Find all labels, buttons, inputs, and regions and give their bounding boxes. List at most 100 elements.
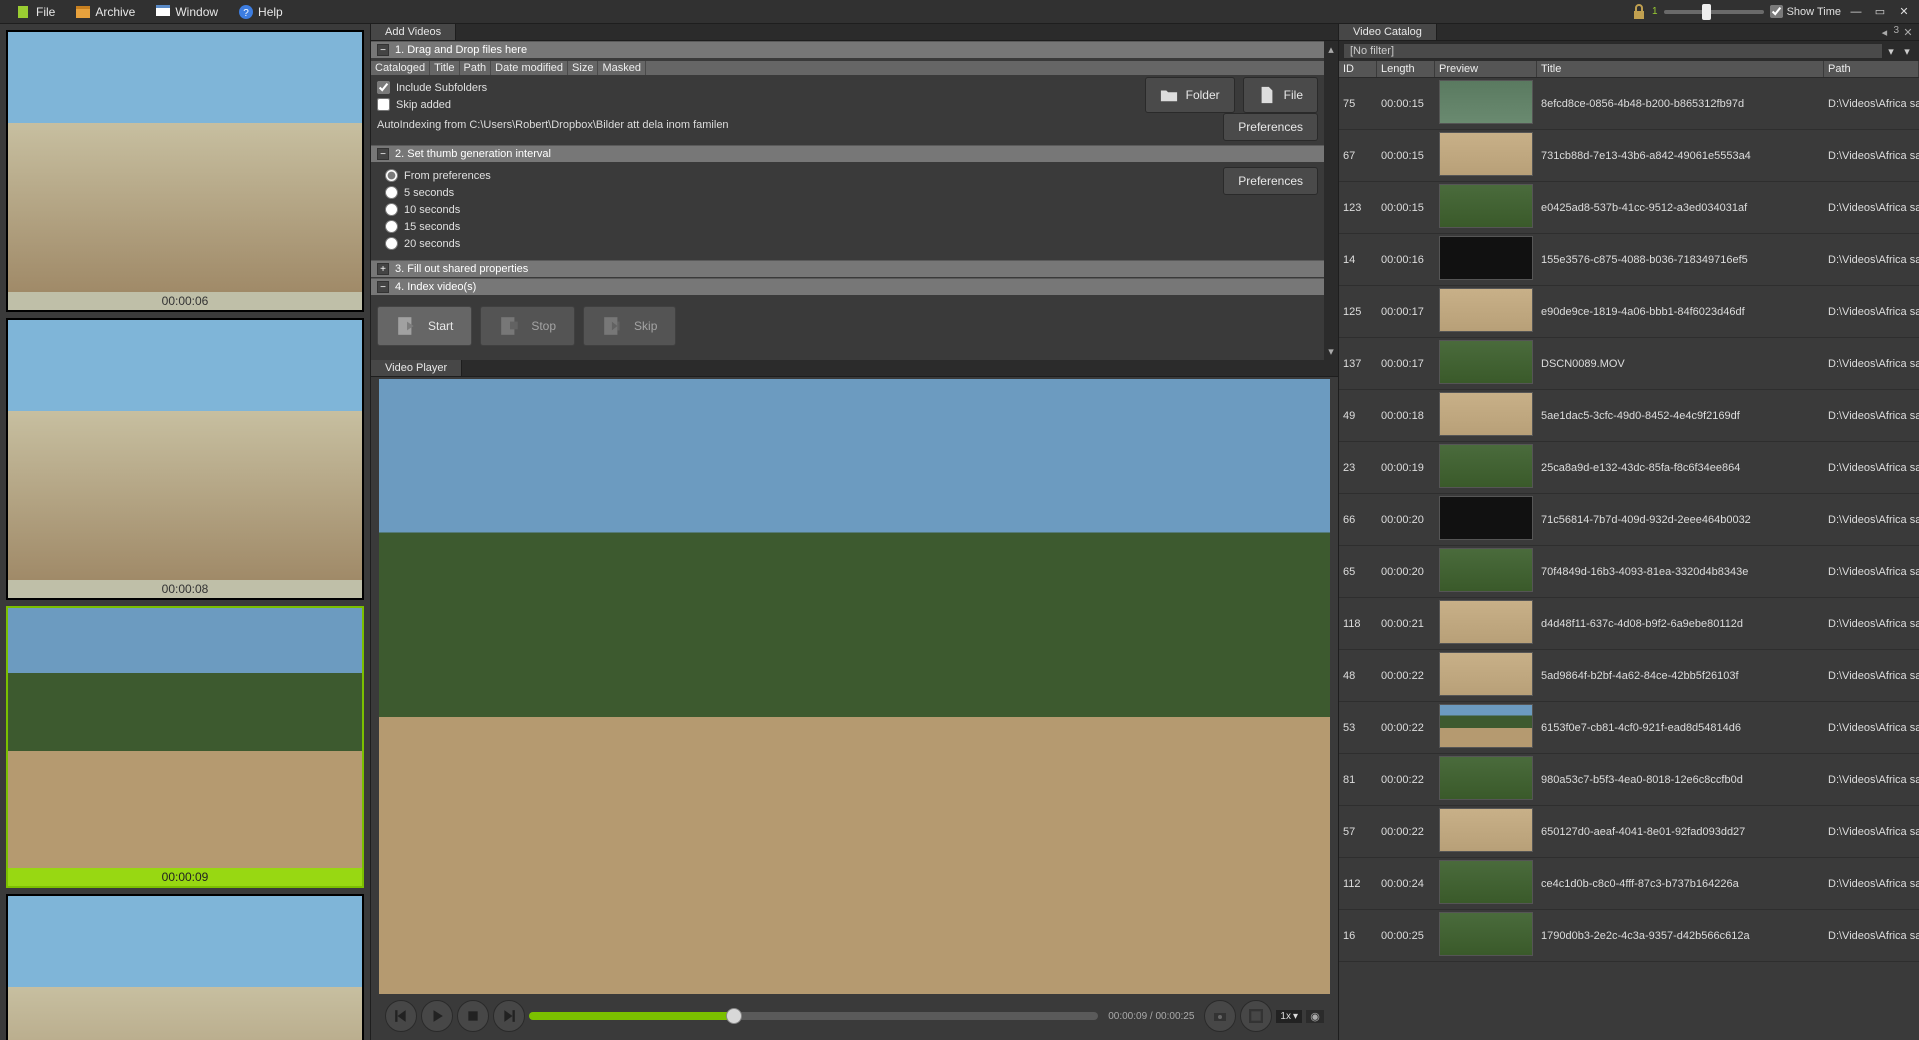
fullscreen-button[interactable] [1240,1000,1272,1032]
progress-bar[interactable] [529,1012,1098,1020]
row-preview [1439,392,1533,436]
drop-col[interactable]: Date modified [491,61,568,75]
section-1-header[interactable]: −1. Drag and Drop files here [371,41,1324,59]
thumbnail-card[interactable]: 00:00:09 [6,606,364,888]
next-button[interactable] [493,1000,525,1032]
row-length: 00:00:24 [1377,878,1435,890]
menu-help[interactable]: ? Help [228,2,293,22]
help-icon: ? [238,4,254,20]
catalog-row[interactable]: 65 00:00:20 70f4849d-16b3-4093-81ea-3320… [1339,546,1919,598]
panel-scroll[interactable]: ▴▾ [1324,41,1338,360]
thumbnail-image [8,32,362,292]
start-button[interactable]: Start [377,306,472,346]
catalog-body[interactable]: 75 00:00:15 8efcd8ce-0856-4b48-b200-b865… [1339,78,1919,1040]
drop-col[interactable]: Title [430,61,459,75]
menu-window[interactable]: Window [145,2,228,22]
show-time-toggle[interactable]: Show Time [1770,3,1841,20]
section-2-header[interactable]: −2. Set thumb generation interval [371,145,1324,163]
row-path: D:\Videos\Africa sa [1824,878,1919,890]
interval-10s[interactable]: 10 seconds [377,201,1318,218]
interval-15s[interactable]: 15 seconds [377,218,1318,235]
tab-video-player[interactable]: Video Player [371,360,462,376]
catalog-row[interactable]: 118 00:00:21 d4d48f11-637c-4d08-b9f2-6a9… [1339,598,1919,650]
tab-video-catalog[interactable]: Video Catalog [1339,24,1437,40]
catalog-row[interactable]: 75 00:00:15 8efcd8ce-0856-4b48-b200-b865… [1339,78,1919,130]
drop-col[interactable]: Masked [598,61,646,75]
panel-left[interactable]: ◂ [1877,25,1891,39]
interval-from-prefs[interactable]: From preferences [377,167,1318,184]
thumbnail-strip[interactable]: 00:00:0600:00:0800:00:0900:00:10 [0,24,370,1040]
catalog-row[interactable]: 23 00:00:19 25ca8a9d-e132-43dc-85fa-f8c6… [1339,442,1919,494]
speed-selector[interactable]: 1x▾ [1276,1010,1302,1023]
menu-file[interactable]: File [6,2,65,22]
drop-col[interactable]: Size [568,61,598,75]
col-id[interactable]: ID [1339,61,1377,77]
volume-button[interactable]: ◉ [1306,1010,1324,1023]
stop-button[interactable]: Stop [480,306,575,346]
catalog-row[interactable]: 81 00:00:22 980a53c7-b5f3-4ea0-8018-12e6… [1339,754,1919,806]
row-id: 75 [1339,98,1377,110]
menu-archive[interactable]: Archive [65,2,145,22]
row-preview [1439,288,1533,332]
catalog-row[interactable]: 66 00:00:20 71c56814-7b7d-409d-932d-2eee… [1339,494,1919,546]
snapshot-button[interactable] [1204,1000,1236,1032]
preferences-button-1[interactable]: Preferences [1223,113,1318,141]
col-length[interactable]: Length [1377,61,1435,77]
interval-5s[interactable]: 5 seconds [377,184,1318,201]
archive-icon [75,4,91,20]
row-id: 81 [1339,774,1377,786]
col-title[interactable]: Title [1537,61,1824,77]
catalog-row[interactable]: 48 00:00:22 5ad9864f-b2bf-4a62-84ce-42bb… [1339,650,1919,702]
filter-dropdown[interactable]: ▾ [1883,45,1899,58]
stop-button-player[interactable] [457,1000,489,1032]
catalog-row[interactable]: 16 00:00:25 1790d0b3-2e2c-4c3a-9357-d42b… [1339,910,1919,962]
video-frame[interactable] [379,379,1330,994]
skip-button[interactable]: Skip [583,306,676,346]
col-path[interactable]: Path [1824,61,1919,77]
catalog-row[interactable]: 53 00:00:22 6153f0e7-cb81-4cf0-921f-ead8… [1339,702,1919,754]
catalog-row[interactable]: 57 00:00:22 650127d0-aeaf-4041-8e01-92fa… [1339,806,1919,858]
catalog-row[interactable]: 125 00:00:17 e90de9ce-1819-4a06-bbb1-84f… [1339,286,1919,338]
thumbnail-card[interactable]: 00:00:10 [6,894,364,1040]
minimize-button[interactable]: — [1847,5,1865,19]
menu-file-label: File [36,5,55,19]
catalog-row[interactable]: 14 00:00:16 155e3576-c875-4088-b036-7183… [1339,234,1919,286]
file-button[interactable]: File [1243,77,1318,113]
drop-col[interactable]: Cataloged [371,61,430,75]
row-path: D:\Videos\Africa sa [1824,930,1919,942]
drop-col[interactable]: Path [460,61,492,75]
row-path: D:\Videos\Africa sa [1824,254,1919,266]
filter-menu[interactable]: ▾ [1899,45,1915,58]
row-preview [1439,704,1533,748]
catalog-row[interactable]: 49 00:00:18 5ae1dac5-3cfc-49d0-8452-4e4c… [1339,390,1919,442]
catalog-row[interactable]: 123 00:00:15 e0425ad8-537b-41cc-9512-a3e… [1339,182,1919,234]
zoom-slider[interactable] [1664,10,1764,14]
row-title: ce4c1d0b-c8c0-4fff-87c3-b737b164226a [1537,878,1824,890]
tab-add-videos[interactable]: Add Videos [371,24,456,40]
interval-20s[interactable]: 20 seconds [377,235,1318,252]
row-id: 14 [1339,254,1377,266]
filter-input[interactable] [1343,43,1883,59]
thumbnail-card[interactable]: 00:00:08 [6,318,364,600]
section-4-header[interactable]: −4. Index video(s) [371,278,1324,296]
row-preview [1439,912,1533,956]
catalog-row[interactable]: 112 00:00:24 ce4c1d0b-c8c0-4fff-87c3-b73… [1339,858,1919,910]
play-button[interactable] [421,1000,453,1032]
row-preview [1439,496,1533,540]
row-length: 00:00:17 [1377,306,1435,318]
catalog-row[interactable]: 137 00:00:17 DSCN0089.MOV D:\Videos\Afri… [1339,338,1919,390]
thumbnail-card[interactable]: 00:00:06 [6,30,364,312]
show-time-label: Show Time [1787,6,1841,18]
catalog-row[interactable]: 67 00:00:15 731cb88d-7e13-43b6-a842-4906… [1339,130,1919,182]
row-id: 123 [1339,202,1377,214]
panel-close[interactable]: ✕ [1901,25,1915,39]
folder-button[interactable]: Folder [1145,77,1235,113]
section-3-header[interactable]: +3. Fill out shared properties [371,260,1324,278]
preferences-button-2[interactable]: Preferences [1223,167,1318,195]
col-preview[interactable]: Preview [1435,61,1537,77]
lock-icon[interactable] [1632,4,1646,20]
maximize-button[interactable]: ▭ [1871,5,1889,19]
catalog-headers[interactable]: ID Length Preview Title Path [1339,61,1919,78]
close-button[interactable]: ✕ [1895,5,1913,19]
prev-button[interactable] [385,1000,417,1032]
